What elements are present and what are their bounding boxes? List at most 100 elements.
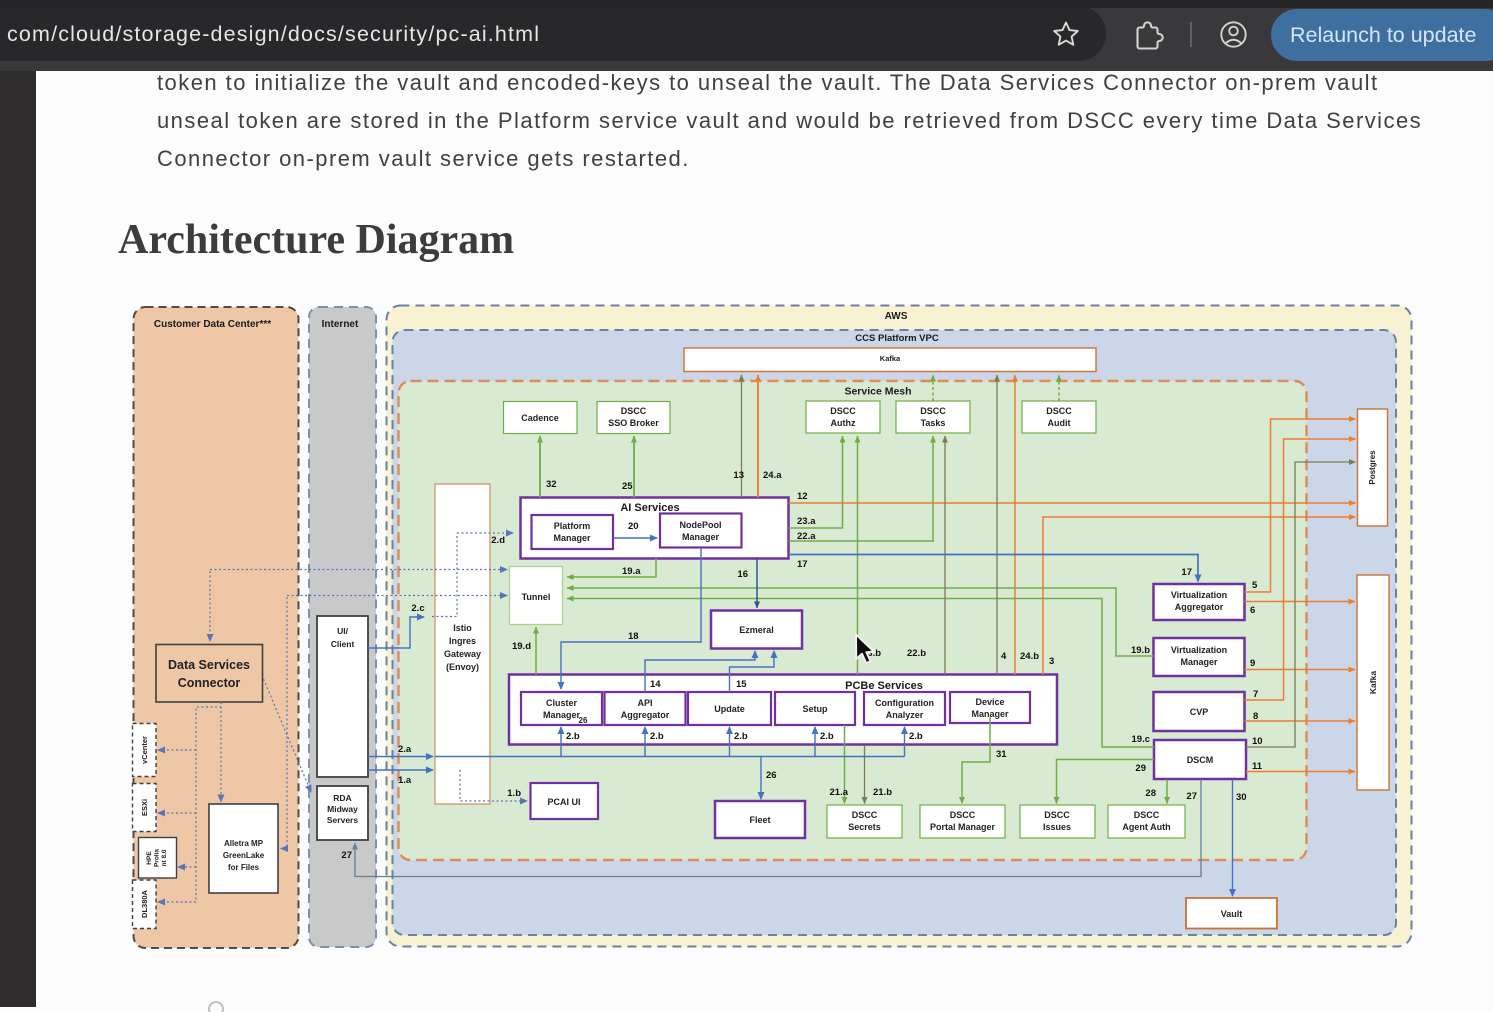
svg-text:13: 13 xyxy=(733,470,744,481)
svg-text:2.a: 2.a xyxy=(398,744,412,755)
svg-text:26: 26 xyxy=(766,770,777,781)
svg-text:26: 26 xyxy=(579,716,588,725)
svg-text:Internet: Internet xyxy=(322,319,359,330)
svg-text:Virtualization: Virtualization xyxy=(1171,645,1227,655)
svg-text:RDA: RDA xyxy=(333,793,351,803)
svg-text:UI/: UI/ xyxy=(337,626,349,636)
svg-text:Manager: Manager xyxy=(543,710,581,720)
svg-text:DSCC: DSCC xyxy=(1134,810,1160,820)
svg-text:DSCC: DSCC xyxy=(830,406,856,416)
svg-text:19.d: 19.d xyxy=(512,641,531,652)
svg-text:Cadence: Cadence xyxy=(521,413,559,423)
svg-text:DSCC: DSCC xyxy=(852,810,878,820)
svg-text:17: 17 xyxy=(797,559,808,570)
svg-text:32: 32 xyxy=(546,479,557,490)
svg-text:31: 31 xyxy=(996,749,1007,760)
svg-text:2.b: 2.b xyxy=(566,731,580,742)
svg-text:DSCC: DSCC xyxy=(920,406,946,416)
svg-text:Cluster: Cluster xyxy=(546,698,578,708)
svg-text:Update: Update xyxy=(714,704,745,714)
svg-text:6: 6 xyxy=(1250,605,1255,616)
svg-text:HPE: HPE xyxy=(146,851,153,865)
svg-text:DSCC: DSCC xyxy=(1046,406,1072,416)
svg-text:Authz: Authz xyxy=(831,418,856,428)
svg-text:25: 25 xyxy=(622,481,633,492)
svg-text:10: 10 xyxy=(1252,736,1263,747)
svg-text:vCenter: vCenter xyxy=(140,736,149,764)
svg-text:Manager: Manager xyxy=(553,533,591,543)
svg-text:Manager: Manager xyxy=(682,532,720,542)
svg-text:Fleet: Fleet xyxy=(749,815,770,825)
svg-text:2.b: 2.b xyxy=(650,731,664,742)
svg-text:2.b: 2.b xyxy=(734,731,748,742)
svg-text:18: 18 xyxy=(628,631,639,642)
svg-text:27: 27 xyxy=(341,850,352,861)
svg-text:Customer Data Center***: Customer Data Center*** xyxy=(154,319,271,330)
svg-text:4: 4 xyxy=(1001,651,1007,662)
svg-text:AWS: AWS xyxy=(885,311,908,322)
svg-text:(Envoy): (Envoy) xyxy=(446,662,479,672)
svg-text:30: 30 xyxy=(1236,792,1247,803)
svg-text:Secrets: Secrets xyxy=(848,822,881,832)
svg-text:19.a: 19.a xyxy=(622,566,641,577)
svg-text:17: 17 xyxy=(1181,567,1192,578)
svg-text:Prolia: Prolia xyxy=(154,849,161,867)
svg-text:ESXi: ESXi xyxy=(140,799,149,816)
svg-text:19.c: 19.c xyxy=(1132,734,1151,745)
svg-text:Aggregator: Aggregator xyxy=(1175,602,1224,612)
svg-text:5: 5 xyxy=(1252,580,1258,591)
svg-text:nt 8.0: nt 8.0 xyxy=(161,849,168,866)
svg-text:Configuration: Configuration xyxy=(875,698,934,708)
svg-text:24.a: 24.a xyxy=(763,470,782,481)
svg-text:29: 29 xyxy=(1135,763,1146,774)
svg-text:22.b: 22.b xyxy=(907,648,926,659)
svg-text:7: 7 xyxy=(1253,689,1258,700)
svg-text:Kafka: Kafka xyxy=(880,354,901,363)
svg-text:Virtualization: Virtualization xyxy=(1171,590,1227,600)
svg-text:Device: Device xyxy=(975,697,1004,707)
svg-text:20: 20 xyxy=(628,521,639,532)
svg-text:NodePool: NodePool xyxy=(680,520,722,530)
svg-text:PCAI UI: PCAI UI xyxy=(547,797,580,807)
svg-text:21.a: 21.a xyxy=(830,787,849,798)
svg-text:GreenLake: GreenLake xyxy=(223,851,265,860)
svg-text:CVP: CVP xyxy=(1190,707,1209,717)
svg-text:1.b: 1.b xyxy=(507,788,521,799)
svg-text:24.b: 24.b xyxy=(1020,651,1039,662)
svg-text:11: 11 xyxy=(1252,761,1263,772)
svg-text:DSCC: DSCC xyxy=(1044,810,1070,820)
svg-text:2.d: 2.d xyxy=(491,535,505,546)
svg-text:Analyzer: Analyzer xyxy=(886,710,924,720)
svg-text:Midway: Midway xyxy=(327,804,358,814)
svg-text:Aggregator: Aggregator xyxy=(621,710,670,720)
svg-text:22.a: 22.a xyxy=(797,531,816,542)
svg-text:CCS Platform VPC: CCS Platform VPC xyxy=(855,333,939,344)
svg-text:SSO Broker: SSO Broker xyxy=(608,418,659,428)
svg-text:DSCC: DSCC xyxy=(621,406,647,416)
svg-text:Ingres: Ingres xyxy=(449,636,476,646)
svg-text:DSCC: DSCC xyxy=(950,810,976,820)
svg-text:Client: Client xyxy=(331,639,355,649)
svg-text:DL380A: DL380A xyxy=(140,889,149,918)
svg-text:Istio: Istio xyxy=(453,623,472,633)
svg-text:Servers: Servers xyxy=(327,815,358,825)
svg-text:API: API xyxy=(637,698,652,708)
svg-text:for Files: for Files xyxy=(228,863,260,872)
svg-text:Audit: Audit xyxy=(1048,418,1071,428)
svg-text:27: 27 xyxy=(1186,791,1197,802)
svg-text:Connector: Connector xyxy=(178,676,241,690)
svg-text:Alletra MP: Alletra MP xyxy=(224,839,264,848)
svg-text:Ezmeral: Ezmeral xyxy=(739,625,774,635)
svg-text:19.b: 19.b xyxy=(1131,645,1150,656)
svg-text:PCBe Services: PCBe Services xyxy=(845,680,923,692)
svg-text:8: 8 xyxy=(1253,711,1258,722)
svg-text:Data Services: Data Services xyxy=(168,658,250,672)
svg-text:3: 3 xyxy=(1049,656,1054,667)
svg-text:Gateway: Gateway xyxy=(444,649,481,659)
svg-text:DSCM: DSCM xyxy=(1187,755,1214,765)
svg-text:Agent Auth: Agent Auth xyxy=(1122,822,1170,832)
svg-text:2.b: 2.b xyxy=(909,731,923,742)
svg-text:Portal Manager: Portal Manager xyxy=(930,822,996,832)
svg-text:Service Mesh: Service Mesh xyxy=(844,386,911,398)
svg-text:2.b: 2.b xyxy=(820,731,834,742)
